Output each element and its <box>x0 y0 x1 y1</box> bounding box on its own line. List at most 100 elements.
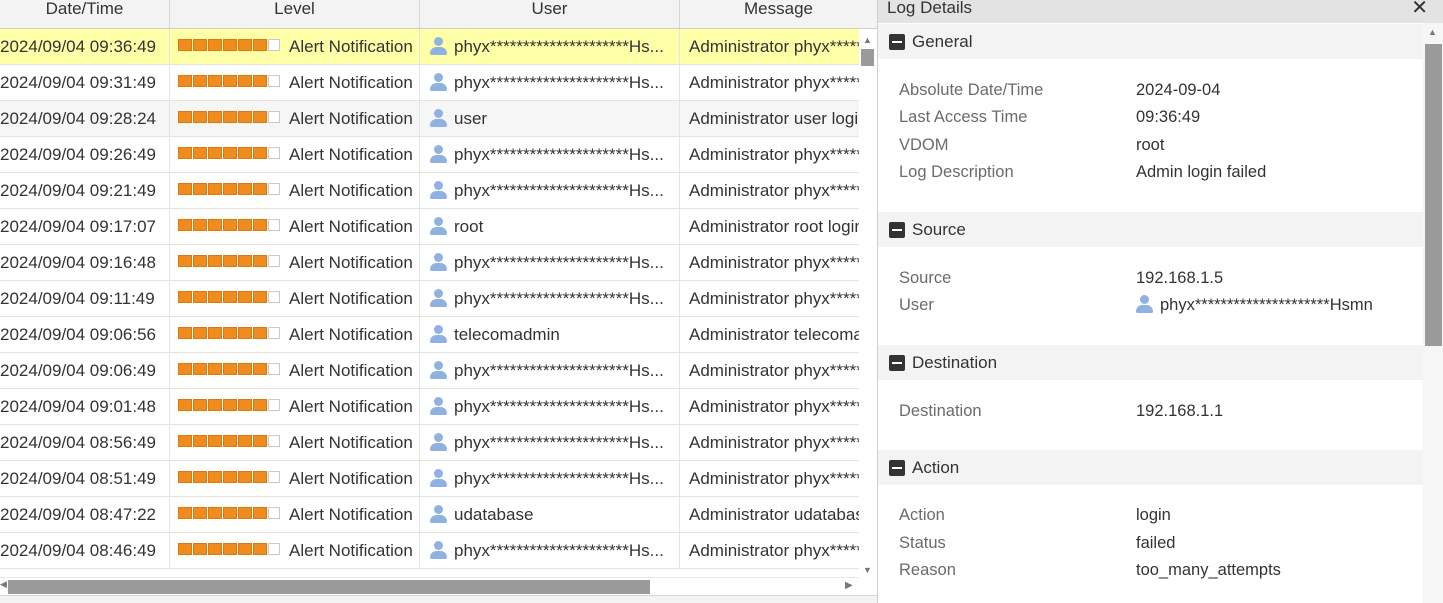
user-cell: root <box>420 209 680 244</box>
detail-field: Log Description Admin login failed <box>878 159 1423 186</box>
user-icon <box>430 360 447 379</box>
datetime-cell: 2024/09/04 09:06:49 <box>0 353 170 388</box>
table-row[interactable]: 2024/09/04 08:51:49 Alert Notification phy… <box>0 461 859 497</box>
level-cell: Alert Notification <box>170 461 420 496</box>
scroll-up-icon[interactable]: ▲ <box>863 35 872 45</box>
table-row[interactable]: 2024/09/04 09:11:49 Alert Notification phy… <box>0 281 859 317</box>
severity-bar-filled <box>208 543 222 556</box>
table-row[interactable]: 2024/09/04 09:28:24 Alert Notification use… <box>0 101 859 137</box>
table-row[interactable]: 2024/09/04 09:01:48 Alert Notification phy… <box>0 389 859 425</box>
datetime-cell: 2024/09/04 09:01:48 <box>0 389 170 424</box>
column-header-message[interactable]: Message <box>680 0 877 28</box>
detail-field: Status failed <box>878 530 1423 557</box>
table-row[interactable]: 2024/09/04 09:31:49 Alert Notification phy… <box>0 65 859 101</box>
field-label: Status <box>899 534 946 552</box>
table-row[interactable]: 2024/09/04 08:56:49 Alert Notification phy… <box>0 425 859 461</box>
user-cell: phyx*********************Hs... <box>420 137 680 172</box>
severity-bar-filled <box>238 39 252 52</box>
severity-bar-filled <box>178 435 192 448</box>
column-header-user[interactable]: User <box>420 0 680 28</box>
severity-bar-filled <box>253 363 267 376</box>
severity-bar-filled <box>253 75 267 88</box>
field-label: User <box>899 296 934 314</box>
scroll-down-icon[interactable]: ▼ <box>863 565 872 575</box>
level-cell: Alert Notification <box>170 281 420 316</box>
detail-field: Reason too_many_attempts <box>878 557 1423 584</box>
table-row[interactable]: 2024/09/04 09:17:07 Alert Notification roo… <box>0 209 859 245</box>
message-cell: Administrator phyx***** <box>689 181 859 200</box>
severity-bar-filled <box>238 255 252 268</box>
severity-bars-icon <box>178 291 281 304</box>
severity-bar-empty <box>268 363 280 376</box>
section-header-destination[interactable]: Destination <box>878 345 1423 380</box>
severity-bar-filled <box>208 183 222 196</box>
level-label: Alert Notification <box>289 433 413 452</box>
column-header-datetime[interactable]: Date/Time <box>0 0 170 28</box>
severity-bar-filled <box>178 219 192 232</box>
collapse-icon[interactable] <box>889 460 905 476</box>
scroll-thumb[interactable] <box>8 580 650 594</box>
section-title: Destination <box>912 353 998 372</box>
user-icon <box>430 108 447 127</box>
severity-bar-empty <box>268 435 280 448</box>
field-label: Destination <box>899 402 982 420</box>
collapse-icon[interactable] <box>889 34 905 50</box>
table-row[interactable]: 2024/09/04 08:46:49 Alert Notification phy… <box>0 533 859 569</box>
field-value: root <box>1136 132 1164 159</box>
severity-bar-filled <box>223 255 237 268</box>
table-row[interactable]: 2024/09/04 08:47:22 Alert Notification uda… <box>0 497 859 533</box>
user-icon <box>1136 294 1153 313</box>
scroll-thumb[interactable] <box>861 49 874 66</box>
user-cell: phyx*********************Hs... <box>420 461 680 496</box>
log-table: Date/Time Level User Message 2024/09/04 … <box>0 0 877 603</box>
table-vertical-scrollbar[interactable]: ▲ ▼ <box>859 29 877 577</box>
field-value-text: root <box>1136 136 1165 154</box>
collapse-icon[interactable] <box>889 222 905 238</box>
severity-bar-filled <box>253 543 267 556</box>
section-header-action[interactable]: Action <box>878 450 1423 485</box>
table-row[interactable]: 2024/09/04 09:06:56 Alert Notification tel… <box>0 317 859 353</box>
scroll-left-icon[interactable]: ◀ <box>0 579 7 590</box>
table-horizontal-scrollbar[interactable]: ◀ ▶ <box>0 577 859 595</box>
table-row[interactable]: 2024/09/04 09:36:49 Alert Notification phy… <box>0 29 859 65</box>
message-cell: Administrator phyx***** <box>689 541 859 560</box>
scroll-thumb[interactable] <box>1425 44 1442 346</box>
detail-field: Source 192.168.1.5 <box>878 265 1423 292</box>
severity-bar-filled <box>193 39 207 52</box>
severity-bar-filled <box>223 543 237 556</box>
section-header-general[interactable]: General <box>878 24 1423 59</box>
datetime-cell: 2024/09/04 08:56:49 <box>0 425 170 460</box>
column-header-level[interactable]: Level <box>170 0 420 28</box>
severity-bar-filled <box>208 435 222 448</box>
severity-bar-filled <box>193 147 207 160</box>
collapse-icon[interactable] <box>889 355 905 371</box>
user-icon <box>430 36 447 55</box>
section-header-source[interactable]: Source <box>878 212 1423 247</box>
severity-bar-filled <box>193 363 207 376</box>
severity-bar-empty <box>268 471 280 484</box>
scroll-right-icon[interactable]: ▶ <box>845 580 853 591</box>
severity-bar-filled <box>178 39 192 52</box>
field-value-text: login <box>1136 506 1171 524</box>
severity-bar-empty <box>268 111 280 124</box>
datetime-cell: 2024/09/04 09:26:49 <box>0 137 170 172</box>
severity-bar-filled <box>223 111 237 124</box>
user-name: udatabase <box>454 505 534 524</box>
scroll-up-icon[interactable]: ▲ <box>1428 27 1437 37</box>
field-value-text: 192.168.1.5 <box>1136 269 1224 287</box>
message-cell: Administrator phyx***** <box>689 145 859 164</box>
field-label: Reason <box>899 561 956 579</box>
severity-bar-filled <box>253 291 267 304</box>
close-icon[interactable]: ✕ <box>1411 0 1428 19</box>
severity-bar-filled <box>193 471 207 484</box>
table-row[interactable]: 2024/09/04 09:16:48 Alert Notification phy… <box>0 245 859 281</box>
severity-bar-filled <box>193 399 207 412</box>
table-row[interactable]: 2024/09/04 09:06:49 Alert Notification phy… <box>0 353 859 389</box>
severity-bar-filled <box>178 291 192 304</box>
table-row[interactable]: 2024/09/04 09:26:49 Alert Notification phy… <box>0 137 859 173</box>
details-scrollbar[interactable]: ▲ <box>1423 23 1443 603</box>
severity-bars-icon <box>178 219 281 232</box>
table-row[interactable]: 2024/09/04 09:21:49 Alert Notification phy… <box>0 173 859 209</box>
user-name: user <box>454 109 488 128</box>
severity-bar-filled <box>178 183 192 196</box>
